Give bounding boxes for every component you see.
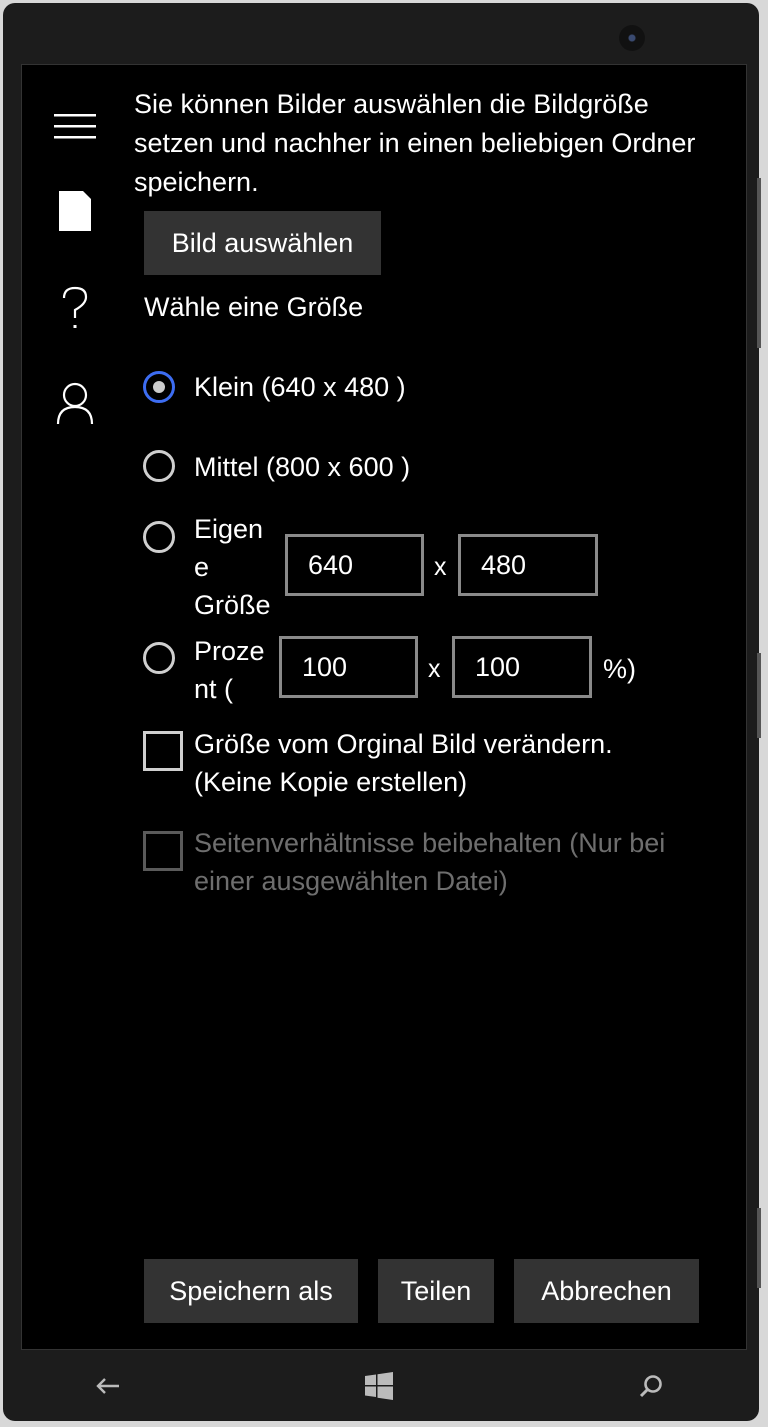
custom-times-symbol: x xyxy=(434,553,447,581)
resize-original-label-line1: Größe vom Orginal Bild verändern. xyxy=(194,729,613,759)
front-camera xyxy=(619,25,645,51)
cancel-button[interactable]: Abbrechen xyxy=(514,1259,699,1323)
radio-percent-label-line1: Proze xyxy=(194,636,265,666)
select-image-button[interactable]: Bild auswählen xyxy=(144,211,381,275)
radio-small[interactable] xyxy=(143,371,175,403)
app-screen: Sie können Bilder auswählen die Bildgröß… xyxy=(21,64,747,1350)
keep-aspect-label: Seitenverhältnisse beibehalten (Nur bei … xyxy=(194,824,665,900)
camera-button xyxy=(757,1208,761,1288)
keep-aspect-label-line2: einer ausgewählten Datei) xyxy=(194,866,508,896)
custom-height-input[interactable] xyxy=(458,534,598,596)
radio-custom-label-line1: Eigen xyxy=(194,514,264,544)
percent-times-symbol: x xyxy=(428,655,441,683)
keep-aspect-checkbox[interactable] xyxy=(143,831,183,871)
resize-original-label: Größe vom Orginal Bild verändern. (Keine… xyxy=(194,725,613,801)
share-button[interactable]: Teilen xyxy=(378,1259,494,1323)
radio-percent-label: Proze nt ( xyxy=(194,632,265,708)
intro-text: Sie können Bilder auswählen die Bildgröß… xyxy=(134,89,696,197)
system-nav-bar xyxy=(3,1349,759,1419)
resize-original-label-line2: (Keine Kopie erstellen) xyxy=(194,767,468,797)
keep-aspect-label-line1: Seitenverhältnisse beibehalten (Nur bei xyxy=(194,828,666,858)
size-heading: Wähle eine Größe xyxy=(144,292,364,322)
save-as-button[interactable]: Speichern als xyxy=(144,1259,358,1323)
custom-width-input[interactable] xyxy=(285,534,424,596)
radio-percent[interactable] xyxy=(143,642,175,674)
radio-custom[interactable] xyxy=(143,521,175,553)
resize-original-checkbox[interactable] xyxy=(143,731,183,771)
windows-logo-icon[interactable] xyxy=(364,1371,394,1401)
back-arrow-icon[interactable] xyxy=(93,1371,123,1401)
percent-height-input[interactable] xyxy=(452,636,592,698)
percent-suffix: %) xyxy=(603,654,636,684)
radio-custom-label-line2: e xyxy=(194,552,210,582)
main-content: Sie können Bilder auswählen die Bildgröß… xyxy=(22,65,746,1349)
percent-width-input[interactable] xyxy=(279,636,418,698)
search-icon[interactable] xyxy=(636,1371,666,1401)
radio-custom-label-line3: Größe xyxy=(194,590,271,620)
phone-frame: Sie können Bilder auswählen die Bildgröß… xyxy=(3,3,761,1421)
radio-custom-label: Eigen e Größe xyxy=(194,510,271,624)
power-button xyxy=(757,653,761,738)
radio-medium[interactable] xyxy=(143,450,175,482)
radio-percent-label-line2: nt ( xyxy=(194,674,234,704)
radio-medium-label: Mittel (800 x 600 ) xyxy=(194,452,411,482)
volume-button xyxy=(757,178,761,348)
radio-small-label: Klein (640 x 480 ) xyxy=(194,372,406,402)
